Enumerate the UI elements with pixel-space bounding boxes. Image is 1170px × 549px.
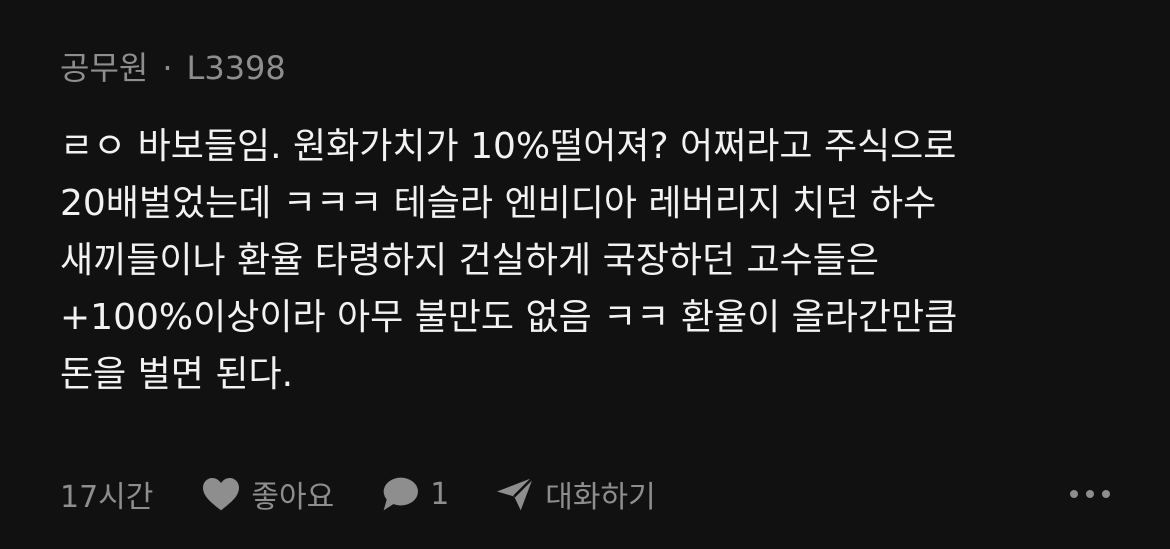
more-dots-icon[interactable]	[1062, 478, 1110, 510]
reply-count: 1	[430, 476, 450, 512]
meta-separator: ·	[162, 49, 173, 87]
chat-button[interactable]: 대화하기	[495, 472, 656, 516]
comment-card: 공무원 · L3398 ㄹㅇ 바보들임. 원화가치가 10%떨어져? 어쩌라고 주식…	[60, 0, 1120, 549]
comment-meta: 공무원 · L3398	[60, 46, 286, 90]
author-name[interactable]: 공무원	[60, 49, 148, 87]
heart-icon	[203, 477, 240, 511]
speech-bubble-icon	[383, 477, 419, 511]
more-dot	[1086, 490, 1094, 498]
more-dot	[1102, 490, 1110, 498]
comment-actions: 17시간 좋아요 1 대화하기	[60, 470, 1110, 518]
comment-text: ㄹㅇ 바보들임. 원화가치가 10%떨어져? 어쩌라고 주식으로 20배벌었는데…	[60, 126, 958, 395]
reply-button[interactable]: 1	[380, 476, 449, 512]
paper-plane-icon	[497, 476, 535, 511]
user-id: L3398	[186, 49, 286, 87]
like-button[interactable]: 좋아요	[201, 472, 334, 516]
more-dot	[1070, 490, 1078, 498]
like-label: 좋아요	[251, 480, 335, 515]
comment-timestamp: 17시간	[60, 480, 154, 515]
chat-label: 대화하기	[545, 480, 656, 515]
